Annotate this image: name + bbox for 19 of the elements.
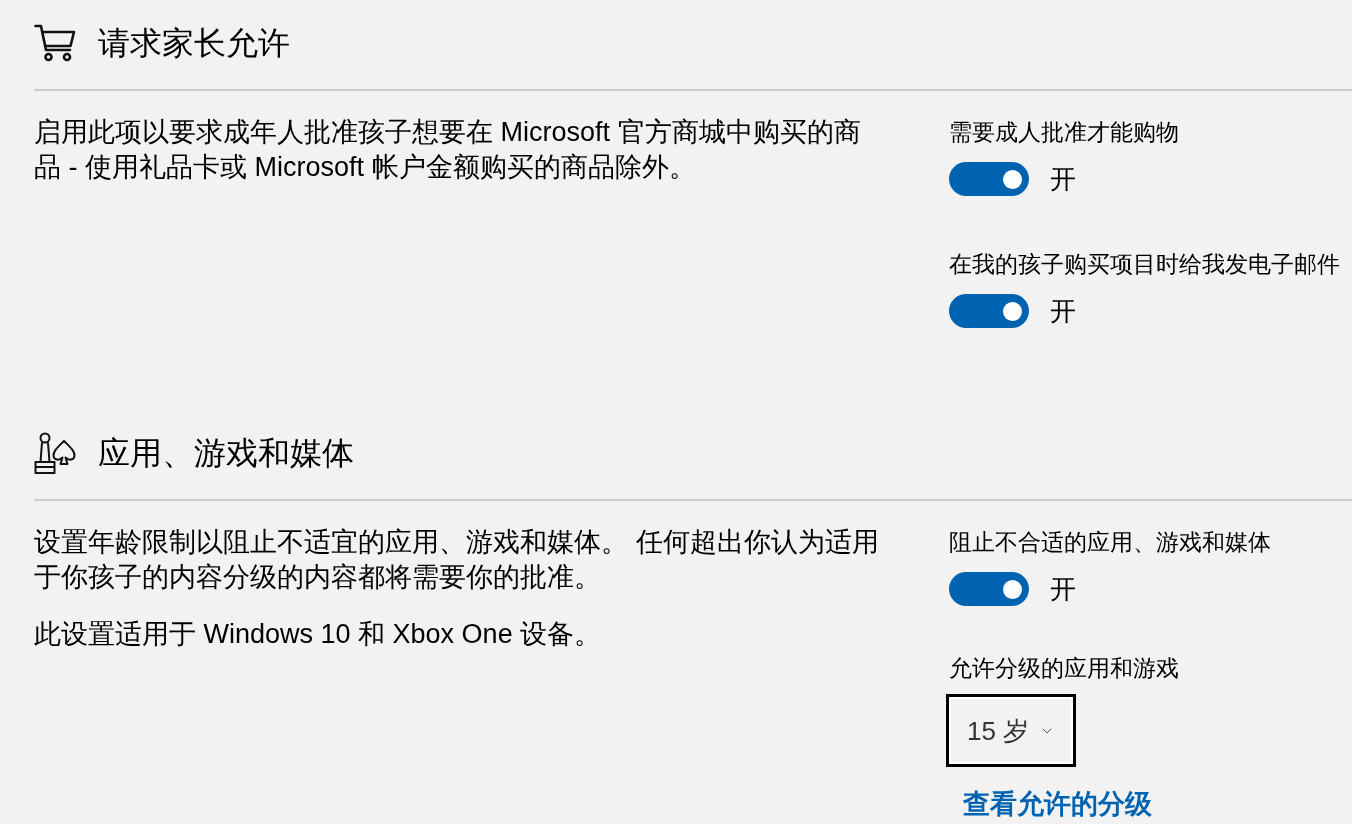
- toggle-switch[interactable]: [949, 162, 1029, 196]
- setting-label: 需要成人批准才能购物: [949, 118, 1180, 147]
- setting-label: 在我的孩子购买项目时给我发电子邮件: [949, 250, 1340, 279]
- setting-label: 允许分级的应用和游戏: [949, 654, 1180, 683]
- view-ratings-link[interactable]: 查看允许的分级: [963, 790, 1152, 818]
- toggle-state-label: 开: [1050, 295, 1076, 328]
- toggle-state-label: 开: [1050, 573, 1076, 606]
- section-description: 此设置适用于 Windows 10 和 Xbox One 设备。: [34, 618, 603, 651]
- setting-label: 阻止不合适的应用、游戏和媒体: [949, 528, 1271, 557]
- section-description: 设置年龄限制以阻止不适宜的应用、游戏和媒体。 任何超出你认为适用于你孩子的内容分级的内容都将需要你的批准。: [34, 526, 880, 594]
- section-title: 应用、游戏和媒体: [98, 434, 354, 473]
- age-rating-dropdown[interactable]: 15 岁: [946, 694, 1076, 767]
- shopping-cart-icon: [34, 24, 76, 62]
- toggle-switch[interactable]: [949, 572, 1029, 606]
- toggle-state-label: 开: [1050, 163, 1076, 196]
- pawn-and-spade-icon: [34, 432, 78, 474]
- toggle-switch[interactable]: [949, 294, 1029, 328]
- section-description: 启用此项以要求成年人批准孩子想要在 Microsoft 官方商城中购买的商品 - 使用礼品卡或 Microsoft 帐户金额购买的商品除外。: [34, 116, 862, 184]
- section-title: 请求家长允许: [98, 24, 290, 63]
